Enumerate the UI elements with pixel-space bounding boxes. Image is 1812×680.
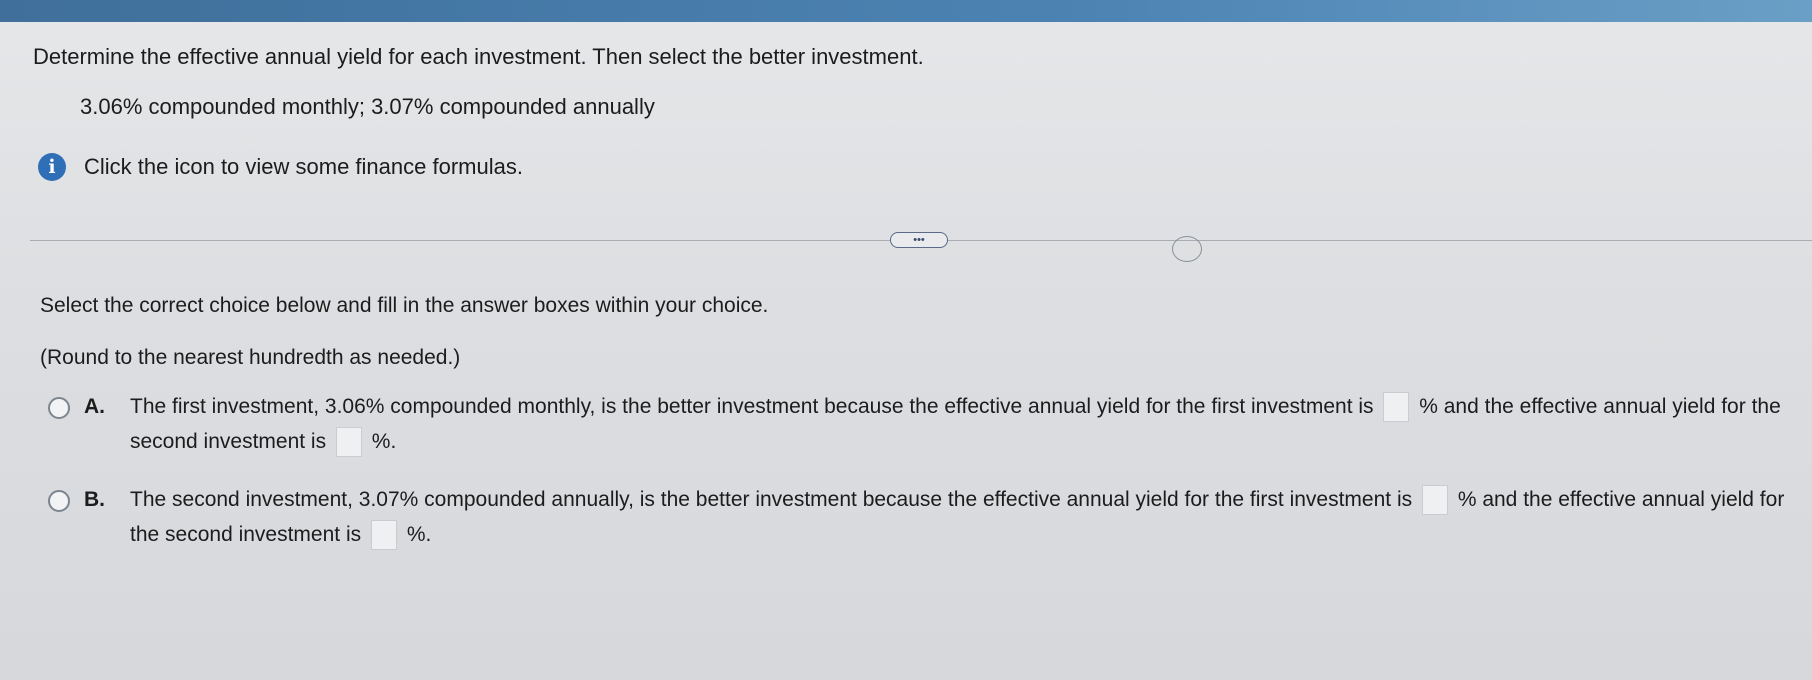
question-panel: Determine the effective annual yield for…	[0, 22, 1812, 680]
choice-a-second-yield-input[interactable]	[335, 427, 362, 458]
choice-a-text: The first investment, 3.06% compounded m…	[130, 389, 1810, 459]
rounding-note: (Round to the nearest hundredth as neede…	[40, 346, 461, 369]
choice-b-part1: The second investment, 3.07% compounded …	[130, 488, 1413, 511]
choice-b-second-yield-input[interactable]	[370, 520, 397, 551]
instruction-text: Select the correct choice below and fill…	[40, 294, 769, 317]
radio-choice-a[interactable]	[48, 397, 70, 419]
formula-hint: i Click the icon to view some finance fo…	[38, 152, 523, 182]
choice-a-part1: The first investment, 3.06% compounded m…	[130, 395, 1374, 418]
question-title: Determine the effective annual yield for…	[33, 44, 924, 69]
choice-a-part3: %.	[371, 430, 397, 453]
radio-choice-b[interactable]	[48, 490, 70, 512]
choice-b-part3: %.	[406, 523, 432, 546]
choice-b-first-yield-input[interactable]	[1421, 485, 1448, 516]
question-detail: 3.06% compounded monthly; 3.07% compound…	[80, 94, 655, 119]
choice-b-letter: B.	[84, 488, 105, 511]
more-button[interactable]: •••	[890, 232, 948, 248]
choice-a-letter: A.	[84, 395, 105, 418]
choice-b-text: The second investment, 3.07% compounded …	[130, 482, 1810, 552]
info-icon[interactable]: i	[38, 153, 66, 181]
choice-a-first-yield-input[interactable]	[1383, 392, 1410, 423]
header-bar	[0, 0, 1812, 22]
circle-mark	[1172, 236, 1202, 262]
hint-text: Click the icon to view some finance form…	[84, 154, 523, 179]
